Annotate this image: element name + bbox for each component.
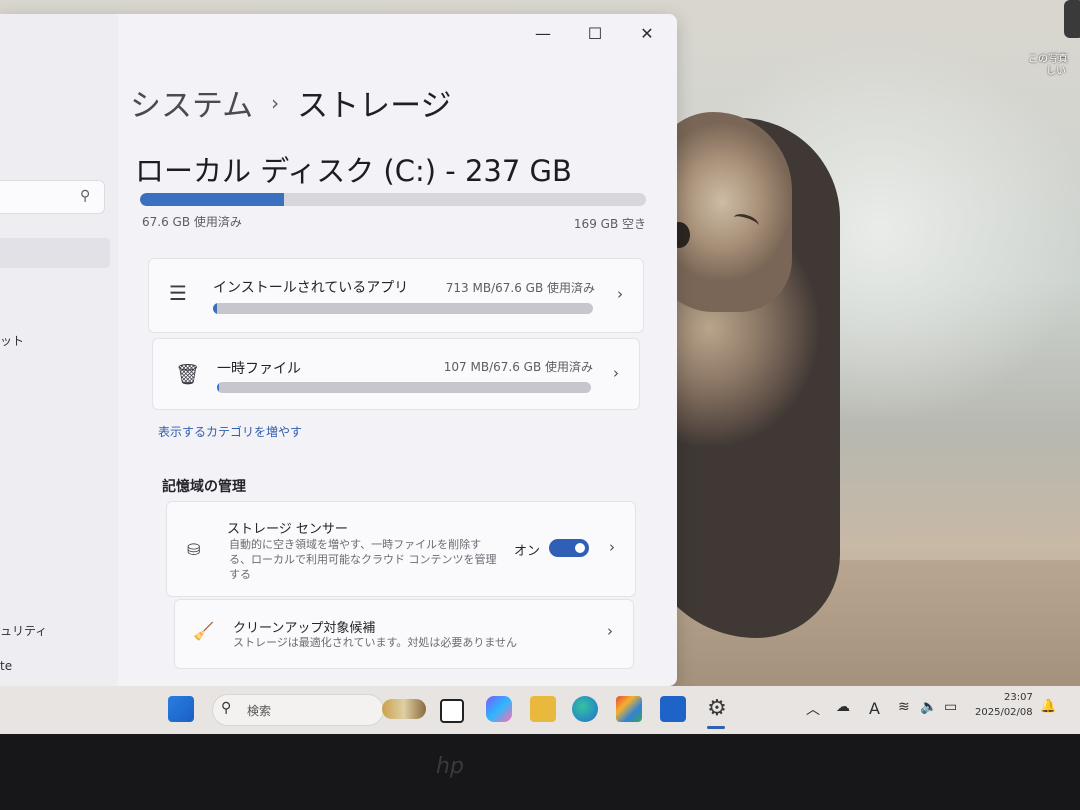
store-icon[interactable]	[616, 696, 642, 722]
start-button[interactable]	[168, 696, 194, 722]
settings-gear-icon[interactable]: ⚙	[704, 696, 730, 722]
chevron-right-icon: ›	[271, 90, 280, 115]
hp-logo: hp	[436, 754, 464, 779]
taskbar-search[interactable]: ⚲ 検索	[212, 694, 384, 726]
category-usage-fill	[217, 382, 220, 393]
sidebar-item-accounts[interactable]: ット	[0, 332, 24, 349]
volume-icon[interactable]: 🔈	[920, 699, 937, 715]
storage-management-heading: 記憶域の管理	[162, 479, 246, 495]
list-icon: ☰	[169, 281, 187, 305]
storage-sense-toggle-label: オン	[514, 544, 541, 559]
storage-sense-toggle[interactable]	[549, 539, 589, 557]
window-controls: — ☐ ✕	[527, 22, 663, 44]
clock-date[interactable]: 2025/02/08	[975, 707, 1033, 718]
outlook-icon[interactable]	[660, 696, 686, 722]
chevron-right-icon: ›	[617, 285, 623, 303]
minimize-button[interactable]: —	[527, 22, 559, 44]
notification-bell-icon[interactable]: 🔔	[1040, 699, 1056, 714]
more-categories-link[interactable]: 表示するカテゴリを増やす	[158, 423, 302, 440]
file-explorer-icon[interactable]	[530, 696, 556, 722]
disk-usage-fill	[140, 193, 285, 206]
battery-icon[interactable]: ▭	[944, 699, 957, 715]
taskbar: ⚲ 検索 ⚙ ︿ ☁ A ≋ 🔈 ▭ 23:07 2025/02/08 🔔	[0, 686, 1080, 734]
storage-sense-card[interactable]: ⛁ ストレージ センサー 自動的に空き領域を増やす、一時ファイルを削除する、ロー…	[166, 501, 636, 597]
settings-window: ⚲ ット ュリティ te — ☐ ✕ システム › ストレージ ローカル ディス…	[0, 14, 677, 686]
category-usage-bar	[217, 382, 591, 393]
storage-sense-description: 自動的に空き領域を増やす、一時ファイルを削除する、ローカルで利用可能なクラウド …	[229, 538, 497, 581]
category-installed-apps[interactable]: ☰ インストールされているアプリ 713 MB/67.6 GB 使用済み ›	[148, 258, 644, 333]
wifi-icon[interactable]: ≋	[898, 699, 910, 715]
category-temp-files[interactable]: 🗑 一時ファイル 107 MB/67.6 GB 使用済み ›	[152, 338, 640, 410]
storage-sense-title: ストレージ センサー	[227, 522, 348, 537]
laptop-bezel: hp	[0, 734, 1080, 810]
edge-browser-icon[interactable]	[572, 696, 598, 722]
sidebar-item-update[interactable]: te	[0, 659, 12, 673]
breadcrumb: システム › ストレージ	[130, 80, 451, 125]
page-title: ストレージ	[297, 88, 452, 124]
close-button[interactable]: ✕	[631, 22, 663, 44]
search-highlight-image[interactable]	[382, 699, 426, 719]
task-view-icon[interactable]	[440, 699, 464, 723]
category-name: 一時ファイル	[217, 361, 301, 377]
sidebar: ⚲ ット ュリティ te	[0, 14, 118, 686]
search-icon: ⚲	[221, 700, 232, 716]
clock-time[interactable]: 23:07	[1004, 692, 1033, 703]
taskbar-search-label: 検索	[247, 704, 272, 718]
cleanup-title: クリーンアップ対象候補	[233, 621, 376, 636]
chevron-right-icon: ›	[607, 622, 613, 640]
chevron-up-icon[interactable]: ︿	[806, 699, 820, 719]
active-app-indicator	[707, 726, 725, 729]
cleanup-description: ストレージは最適化されています。対処は必要ありません	[233, 636, 518, 649]
database-icon: ⛁	[187, 540, 201, 559]
disk-usage-bar	[140, 193, 646, 206]
category-size: 107 MB/67.6 GB 使用済み	[443, 360, 593, 374]
broom-icon: 🧹	[193, 622, 215, 642]
settings-search-input[interactable]: ⚲	[0, 180, 105, 214]
cleanup-recommendations-card[interactable]: 🧹 クリーンアップ対象候補 ストレージは最適化されています。対処は必要ありません…	[174, 599, 634, 669]
category-usage-fill	[213, 303, 218, 314]
category-name: インストールされているアプリ	[213, 280, 409, 296]
cloud-icon[interactable]: ☁	[836, 699, 850, 715]
chevron-right-icon: ›	[609, 538, 615, 556]
disk-used-label: 67.6 GB 使用済み	[142, 215, 242, 229]
sidebar-item-system[interactable]	[0, 238, 110, 268]
desktop-icon-label: この写真 しい	[1028, 54, 1068, 77]
ime-indicator[interactable]: A	[869, 699, 880, 718]
maximize-button[interactable]: ☐	[579, 22, 611, 44]
chevron-right-icon: ›	[613, 364, 619, 382]
desktop-icon[interactable]	[1064, 0, 1080, 38]
toggle-knob	[575, 543, 585, 553]
disk-free-label: 169 GB 空き	[573, 217, 646, 231]
search-icon: ⚲	[80, 188, 91, 204]
breadcrumb-system-link[interactable]: システム	[130, 80, 253, 125]
category-size: 713 MB/67.6 GB 使用済み	[445, 281, 595, 295]
trash-icon: 🗑	[175, 362, 201, 386]
sidebar-item-security[interactable]: ュリティ	[0, 622, 47, 639]
disk-title: ローカル ディスク (C:) - 237 GB	[135, 154, 572, 188]
copilot-icon[interactable]	[486, 696, 512, 722]
category-usage-bar	[213, 303, 593, 314]
